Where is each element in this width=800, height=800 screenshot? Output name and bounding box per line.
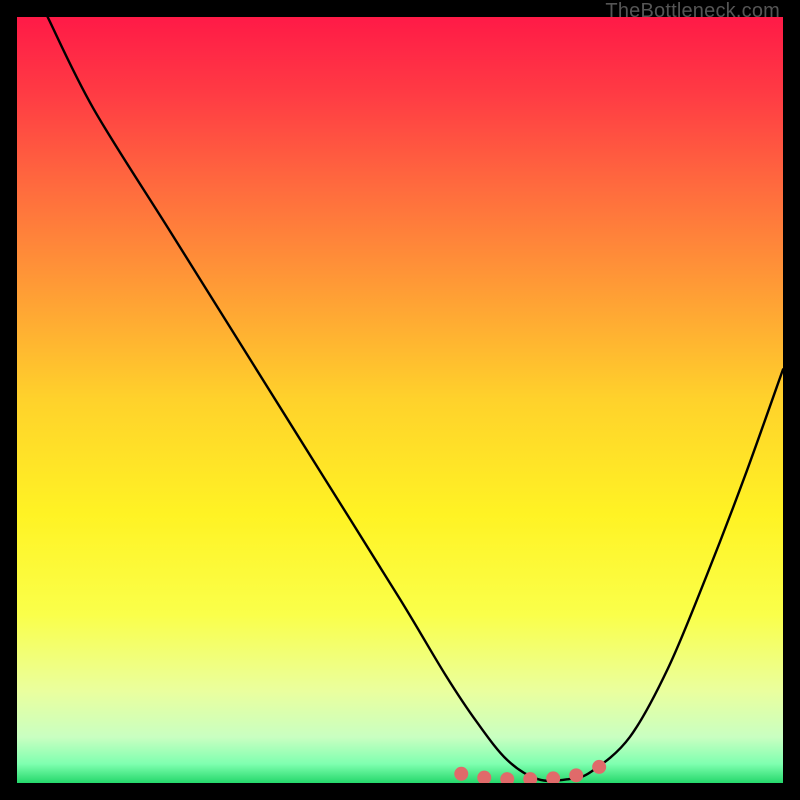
bottleneck-marker	[454, 767, 468, 781]
chart-frame	[17, 17, 783, 783]
watermark-text: TheBottleneck.com	[605, 0, 780, 23]
bottleneck-marker	[592, 760, 606, 774]
bottleneck-chart	[17, 17, 783, 783]
bottleneck-marker	[569, 768, 583, 782]
